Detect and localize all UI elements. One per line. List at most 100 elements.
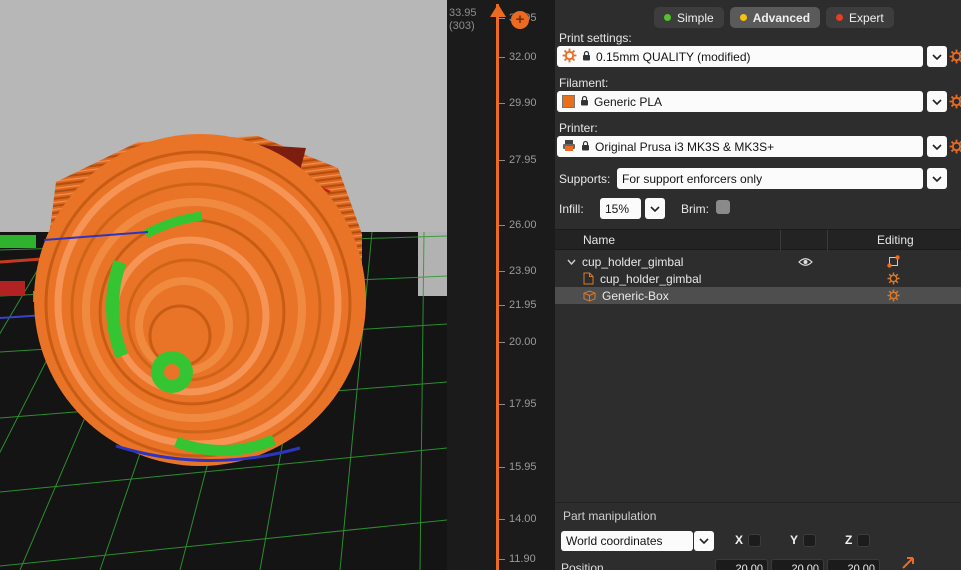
tick-label: 15.95	[509, 461, 537, 473]
lock-icon	[580, 95, 589, 109]
printer-gear-button[interactable]	[949, 139, 961, 155]
chevron-down-icon	[699, 538, 709, 544]
gear-icon	[949, 94, 961, 109]
column-divider	[780, 230, 781, 251]
tick-label: 21.95	[509, 299, 537, 311]
object-table-header: Name Editing	[555, 229, 961, 251]
slider-tick: 27.95	[499, 154, 537, 166]
brim-label: Brim:	[681, 202, 709, 216]
filament-gear-button[interactable]	[949, 94, 961, 110]
slider-tick: 29.90	[499, 97, 537, 109]
object-row-cup_holder_gimbal[interactable]: cup_holder_gimbal	[555, 253, 961, 270]
infill-dropdown-button[interactable]	[645, 198, 665, 219]
move-arrow-icon[interactable]	[901, 556, 915, 570]
infill-combo[interactable]: 15%	[600, 198, 641, 219]
slider-readout: 33.95 (303)	[449, 7, 477, 33]
tick-label: 11.90	[509, 553, 536, 565]
supports-combo[interactable]: For support enforcers only	[617, 168, 923, 189]
box-icon	[583, 289, 596, 302]
slider-tick: 21.95	[499, 299, 537, 311]
mode-dot-icon	[739, 14, 747, 21]
settings-panel: Simple Advanced Expert Print settings: 0.1…	[555, 0, 961, 570]
chevron-down-icon	[932, 175, 942, 182]
mode-button-simple[interactable]: Simple	[654, 7, 724, 28]
tick-mark	[499, 102, 505, 104]
axis-y-icon[interactable]	[803, 533, 817, 547]
printer-icon	[562, 139, 576, 155]
slider-tick: 32.00	[499, 51, 537, 63]
object-row-cup_holder_gimbal[interactable]: cup_holder_gimbal	[555, 270, 961, 287]
tick-label: 20.00	[509, 336, 537, 348]
object-row-Generic-Box[interactable]: Generic-Box	[555, 287, 961, 304]
object-rows: cup_holder_gimbal cup_holder_gimbal Generi…	[555, 253, 961, 304]
chevron-down-icon	[932, 143, 942, 150]
position-label: Position	[561, 561, 604, 570]
coordinate-system-dropdown-button[interactable]	[694, 531, 714, 551]
printer-dropdown-button[interactable]	[927, 136, 947, 157]
slider-tick: 17.95	[499, 398, 537, 410]
slider-tick: 11.90	[499, 553, 536, 565]
tick-label: 17.95	[509, 398, 537, 410]
axis-label-x: X	[735, 533, 744, 547]
tick-mark	[499, 466, 505, 468]
position-input-y[interactable]: 20.00	[771, 559, 824, 570]
position-input-z[interactable]: 20.00	[827, 559, 880, 570]
chevron-down-icon	[932, 53, 942, 60]
tick-label: 14.00	[509, 513, 537, 525]
lock-icon	[582, 50, 591, 64]
print-settings-dropdown-button[interactable]	[927, 46, 947, 67]
printer-combo[interactable]: Original Prusa i3 MK3S & MK3S+	[557, 136, 923, 157]
tick-mark	[499, 224, 505, 226]
brim-checkbox[interactable]	[716, 200, 730, 214]
gear-icon[interactable]	[887, 289, 900, 305]
edit-box-icon[interactable]	[887, 255, 900, 271]
tick-label: 23.90	[509, 265, 537, 277]
volume-icon	[583, 272, 594, 285]
chevron-down-icon	[650, 205, 660, 212]
axis-headers: X Y Z	[735, 533, 900, 547]
position-input-x[interactable]: 20.00	[715, 559, 768, 570]
mode-dot-icon	[836, 14, 844, 21]
print-settings-gear-button[interactable]	[949, 49, 961, 65]
tick-mark	[499, 159, 505, 161]
supports-dropdown-button[interactable]	[927, 168, 947, 189]
coordinate-system-combo[interactable]: World coordinates	[561, 531, 693, 551]
axis-x-icon[interactable]	[748, 533, 762, 547]
object-name: Generic-Box	[602, 288, 669, 303]
mode-switcher: Simple Advanced Expert	[654, 7, 894, 28]
object-name: cup_holder_gimbal	[582, 254, 684, 269]
tick-mark	[499, 270, 505, 272]
printer-label: Printer:	[559, 121, 598, 135]
slider-current-layer: (303)	[449, 20, 475, 32]
print-profile-gear-icon	[562, 48, 577, 66]
axis-header-y: Y	[790, 533, 831, 547]
print-settings-label: Print settings:	[559, 31, 632, 45]
mode-button-expert[interactable]: Expert	[826, 7, 894, 28]
mode-label: Advanced	[752, 10, 811, 25]
print-settings-combo[interactable]: 0.15mm QUALITY (modified)	[557, 46, 923, 67]
chevron-down-icon	[932, 98, 942, 105]
tick-label: 26.00	[509, 219, 537, 231]
slider-tick: 20.00	[499, 336, 537, 348]
slider-tick: 23.90	[499, 265, 537, 277]
viewport-3d[interactable]	[0, 0, 448, 570]
eye-icon[interactable]	[798, 256, 813, 270]
filament-dropdown-button[interactable]	[927, 91, 947, 112]
tick-mark	[499, 518, 505, 520]
layer-slider-ticks: 33.95 32.00 29.90 27.95 26.00 23.90 21.95 20.00…	[447, 0, 555, 570]
filament-label: Filament:	[559, 76, 609, 90]
filament-combo[interactable]: Generic PLA	[557, 91, 923, 112]
expander-chevron-icon[interactable]	[567, 259, 576, 265]
mode-button-advanced[interactable]: Advanced	[729, 7, 821, 28]
supports-label: Supports:	[559, 172, 611, 186]
layer-slider-handle[interactable]	[490, 4, 506, 17]
gear-icon[interactable]	[887, 272, 900, 288]
sliced-model-scene	[0, 0, 448, 570]
mode-dot-icon	[664, 14, 671, 21]
axis-z-icon[interactable]	[857, 533, 871, 547]
tick-label: 29.90	[509, 97, 537, 109]
axis-label-y: Y	[790, 533, 799, 547]
add-color-change-button[interactable]: +	[511, 11, 529, 29]
tick-label: 27.95	[509, 154, 537, 166]
axis-header-x: X	[735, 533, 776, 547]
